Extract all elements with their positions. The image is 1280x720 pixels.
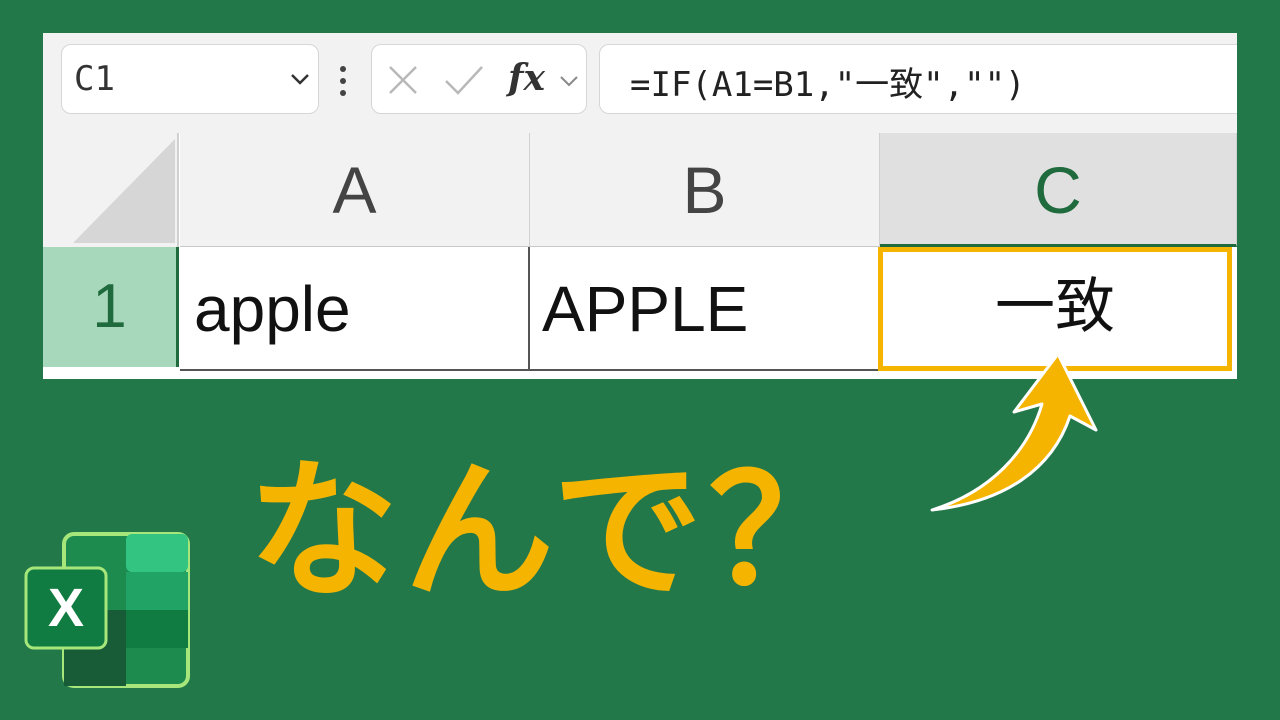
formula-toolbar: C1 fx =IF(A1=B1,"一致","") <box>43 33 1237 133</box>
name-box-value: C1 <box>74 59 115 99</box>
spreadsheet-window: C1 fx =IF(A1=B1,"一致","") A B C 1 apple A… <box>43 33 1237 379</box>
cancel-icon[interactable] <box>386 63 420 97</box>
column-header-b[interactable]: B <box>530 133 880 247</box>
chevron-down-icon[interactable] <box>288 67 312 91</box>
cell-b1[interactable]: APPLE <box>530 247 880 371</box>
curved-arrow-icon <box>930 352 1098 512</box>
row-header-1[interactable]: 1 <box>43 247 179 367</box>
cell-a1[interactable]: apple <box>180 247 530 371</box>
chevron-down-icon[interactable] <box>558 71 580 91</box>
select-all-triangle-icon <box>73 139 175 243</box>
more-options-icon[interactable] <box>339 63 347 99</box>
excel-logo-letter: X <box>48 578 84 638</box>
enter-check-icon[interactable] <box>442 63 486 97</box>
column-header-a[interactable]: A <box>180 133 530 247</box>
insert-function-icon[interactable]: fx <box>508 57 545 99</box>
formula-text: =IF(A1=B1,"一致","") <box>630 65 1026 105</box>
question-caption: なんで？ <box>248 445 865 619</box>
name-box[interactable]: C1 <box>61 44 319 114</box>
formula-input[interactable]: =IF(A1=B1,"一致","") <box>599 44 1237 114</box>
formula-controls: fx <box>371 44 587 114</box>
excel-logo-icon: X <box>24 532 190 688</box>
select-all-corner[interactable] <box>43 133 179 247</box>
column-header-c[interactable]: C <box>880 133 1237 247</box>
